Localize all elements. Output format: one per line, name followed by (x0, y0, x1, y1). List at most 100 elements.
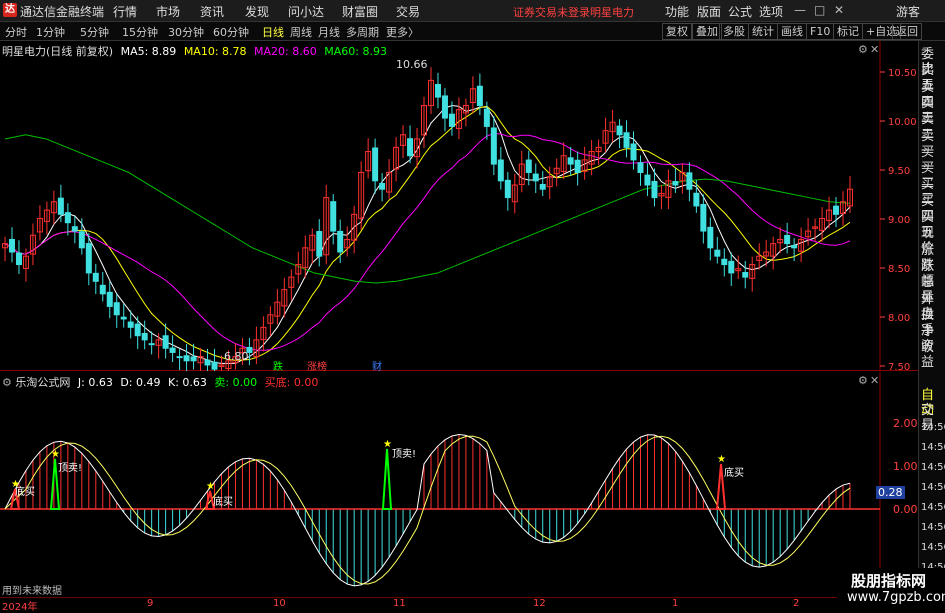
candle-body[interactable] (504, 179, 511, 199)
candle-body[interactable] (407, 138, 414, 157)
candle-body[interactable] (637, 162, 644, 173)
tab-more[interactable]: 更多〉 (386, 24, 419, 40)
candle-body[interactable] (113, 302, 120, 316)
minimize-button[interactable]: — (794, 3, 806, 17)
candle-body[interactable] (707, 226, 714, 249)
candle-body[interactable] (211, 361, 218, 370)
candle-body[interactable] (616, 125, 623, 136)
candle-body[interactable] (372, 147, 379, 182)
tab-1min[interactable]: 1分钟 (36, 24, 65, 40)
tab-monthly[interactable]: 月线 (318, 24, 340, 40)
candle-body[interactable] (183, 355, 190, 362)
overlay-button[interactable]: 叠加 (692, 23, 722, 40)
menu-caifuquan[interactable]: 财富圈 (342, 3, 378, 20)
chart-settings-icon[interactable]: ⚙ (858, 43, 868, 56)
mark-button[interactable]: 标记 (833, 23, 863, 40)
menu-zixun[interactable]: 资讯 (200, 3, 224, 20)
candle-body[interactable] (525, 159, 532, 173)
candle-body[interactable] (693, 192, 700, 207)
indicator-gear-icon[interactable]: ⚙ (858, 374, 868, 387)
candle-body[interactable] (316, 231, 323, 257)
candle-body[interactable] (106, 291, 113, 307)
chart-close-icon[interactable]: ✕ (870, 43, 879, 56)
candle-body[interactable] (57, 197, 64, 215)
adjust-button[interactable]: 复权 (662, 23, 692, 40)
tab-30min[interactable]: 30分钟 (168, 24, 204, 40)
candle-body[interactable] (728, 260, 735, 274)
candle-body[interactable] (71, 226, 78, 232)
candle-body[interactable] (379, 183, 386, 190)
candle-body[interactable] (15, 252, 22, 266)
indicator-canvas[interactable]: ★★★★★ (0, 372, 918, 598)
tab-weekly[interactable]: 周线 (290, 24, 312, 40)
guest-label[interactable]: 游客 (896, 3, 920, 20)
indicator-name[interactable]: 乐淘公式网 (15, 376, 70, 389)
candle-body[interactable] (721, 258, 728, 266)
marker-zhangbang[interactable]: 涨榜 (307, 358, 327, 373)
kline-chart[interactable]: 10.5010.009.509.008.508.007.507.00 明星电力(… (0, 41, 918, 373)
candle-body[interactable] (169, 347, 176, 353)
menu-gongneng[interactable]: 功能 (665, 3, 689, 20)
candle-body[interactable] (672, 181, 679, 186)
menu-gongshi[interactable]: 公式 (728, 3, 752, 20)
tab-multi-period[interactable]: 多周期 (346, 24, 379, 40)
maximize-button[interactable]: □ (814, 3, 825, 17)
candle-body[interactable] (651, 180, 658, 199)
candle-body[interactable] (742, 272, 749, 278)
menu-jiaoyi[interactable]: 交易 (396, 3, 420, 20)
quote-side-panel[interactable]: 委比 卖五 卖四 卖三 卖二 卖一 买一 买二 买三 买四 买五 现价 涨跌 涨幅 总量 外盘 换手 净资 收益 自… (918, 41, 945, 609)
candle-body[interactable] (337, 230, 344, 253)
menu-banmian[interactable]: 版面 (697, 3, 721, 20)
kline-canvas[interactable]: 10.5010.009.509.008.508.007.507.00 (0, 41, 918, 371)
tab-15min[interactable]: 15分钟 (122, 24, 158, 40)
candle-body[interactable] (141, 332, 148, 341)
candle-body[interactable] (148, 343, 155, 346)
login-warning[interactable]: 证券交易未登录 (513, 4, 590, 20)
f10-button[interactable]: F10 (806, 23, 835, 40)
candle-body[interactable] (539, 183, 546, 190)
indicator-chart[interactable]: ★ ★ ★ ★ ★ ⚙ 乐淘公式网 J: 0.63 D: 0.49 K: 0.63 卖:… (0, 372, 918, 598)
marker-cai[interactable]: 财 (372, 358, 382, 373)
candle-body[interactable] (190, 356, 197, 362)
candle-body[interactable] (490, 127, 497, 165)
tab-5min[interactable]: 5分钟 (80, 24, 109, 40)
quote-item[interactable]: 收益 (921, 340, 945, 370)
menu-shichang[interactable]: 市场 (156, 3, 180, 20)
candle-body[interactable] (434, 84, 441, 98)
candle-body[interactable] (784, 234, 791, 245)
candle-body[interactable] (483, 108, 490, 127)
candle-body[interactable] (8, 238, 15, 253)
tab-fenshi[interactable]: 分时 (5, 24, 27, 40)
draw-line-button[interactable]: 画线 (777, 23, 807, 40)
close-button[interactable]: ✕ (834, 3, 844, 17)
indicator-settings-icon[interactable]: ⚙ (2, 376, 12, 389)
candle-body[interactable] (497, 159, 504, 182)
candle-body[interactable] (623, 132, 630, 148)
candle-body[interactable] (630, 143, 637, 161)
tab-60min[interactable]: 60分钟 (213, 24, 249, 40)
candle-body[interactable] (99, 284, 106, 295)
multi-stock-button[interactable]: 多股 (719, 23, 749, 40)
candle-body[interactable] (686, 172, 693, 190)
candle-body[interactable] (330, 201, 337, 232)
stats-button[interactable]: 统计 (748, 23, 778, 40)
candle-body[interactable] (127, 321, 134, 328)
candle-body[interactable] (134, 323, 141, 337)
candle-body[interactable] (120, 316, 127, 320)
candle-body[interactable] (92, 272, 99, 282)
indicator-close-icon[interactable]: ✕ (870, 374, 879, 387)
menu-faxian[interactable]: 发现 (245, 3, 269, 20)
candle-body[interactable] (833, 205, 840, 215)
marker-die[interactable]: 跌 (273, 358, 283, 373)
candle-body[interactable] (700, 203, 707, 232)
candle-body[interactable] (448, 113, 455, 127)
menu-xuanxiang[interactable]: 选项 (759, 3, 783, 20)
back-button[interactable]: 返回 (892, 23, 922, 40)
candle-body[interactable] (476, 85, 483, 106)
candle-body[interactable] (176, 356, 183, 359)
candle-body[interactable] (532, 173, 539, 182)
candle-body[interactable] (714, 249, 721, 257)
candle-body[interactable] (64, 212, 71, 224)
candle-body[interactable] (85, 243, 92, 274)
candle-body[interactable] (78, 231, 85, 249)
